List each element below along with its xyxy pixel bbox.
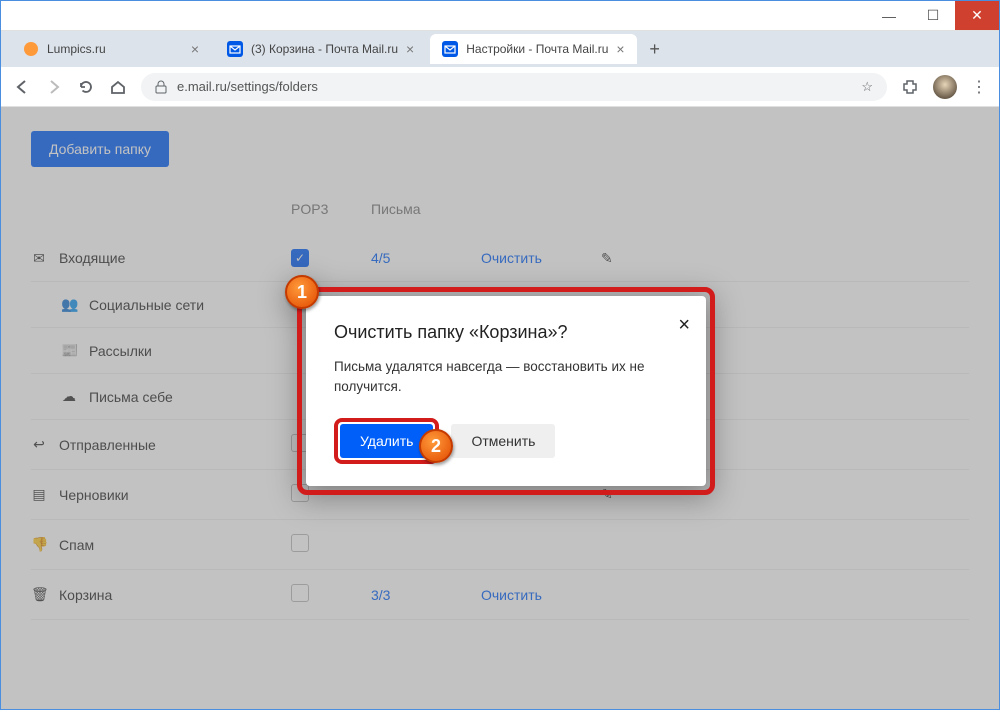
letters-count: 3/3 [371,587,481,603]
header-letters: Письма [371,201,481,217]
dialog-title: Очистить папку «Корзина»? [334,322,678,343]
mail-icon [227,41,243,57]
folder-name: Социальные сети [89,297,204,313]
newsletter-icon: 📰 [61,342,77,359]
draft-icon: ▤ [31,486,47,503]
tab-strip: Lumpics.ru × (3) Корзина - Почта Mail.ru… [1,31,999,67]
extensions-icon[interactable] [901,78,919,96]
url-text: e.mail.ru/settings/folders [177,79,318,94]
forward-button[interactable] [45,78,63,96]
maximize-button[interactable]: ☐ [911,1,955,30]
inbox-icon: ✉ [31,250,47,267]
browser-tab[interactable]: Lumpics.ru × [11,34,211,64]
dialog-close-icon[interactable]: × [678,314,690,337]
pop3-checkbox[interactable] [291,584,309,602]
letters-count: 4/5 [371,250,481,266]
window-titlebar: — ☐ ✕ [1,1,999,31]
clear-link[interactable]: Очистить [481,250,601,266]
profile-avatar[interactable] [933,75,957,99]
tab-title: Lumpics.ru [47,42,183,56]
folder-name: Письма себе [89,389,173,405]
annotation-badge: 1 [285,275,319,309]
home-button[interactable] [109,78,127,96]
browser-window: — ☐ ✕ Lumpics.ru × (3) Корзина - Почта M… [0,0,1000,710]
kebab-menu-icon[interactable]: ⋮ [971,77,987,97]
trash-icon: 🗑 [31,586,47,603]
folder-name: Отправленные [59,437,156,453]
folder-name: Входящие [59,250,125,266]
cancel-button[interactable]: Отменить [451,424,555,458]
folder-name: Корзина [59,587,112,603]
minimize-button[interactable]: — [867,1,911,30]
dialog-text: Письма удалятся навсегда — восстановить … [334,357,678,396]
annotation-badge: 2 [419,429,453,463]
reload-button[interactable] [77,78,95,96]
close-window-button[interactable]: ✕ [955,1,999,30]
folder-name: Рассылки [89,343,152,359]
pop3-checkbox[interactable]: ✓ [291,249,309,267]
table-row: ✉ Входящие ✓ 4/5 Очистить ✎ [31,235,969,282]
table-row: 🗑 Корзина 3/3 Очистить [31,570,969,620]
bookmark-icon[interactable]: ☆ [861,79,873,95]
tab-title: Настройки - Почта Mail.ru [466,42,608,56]
annotation-frame: × Очистить папку «Корзина»? Письма удаля… [297,287,715,495]
edit-icon[interactable]: ✎ [601,250,641,267]
url-input[interactable]: e.mail.ru/settings/folders ☆ [141,73,887,101]
close-tab-icon[interactable]: × [406,41,414,57]
tab-title: (3) Корзина - Почта Mail.ru [251,42,398,56]
confirm-dialog: × Очистить папку «Корзина»? Письма удаля… [297,287,715,495]
spam-icon: 👎 [31,536,47,553]
clear-link[interactable]: Очистить [481,587,601,603]
site-icon [23,41,39,57]
close-tab-icon[interactable]: × [616,41,624,57]
add-folder-button[interactable]: Добавить папку [31,131,169,167]
pop3-checkbox[interactable] [291,534,309,552]
new-tab-button[interactable]: + [641,39,669,60]
self-icon: ☁ [61,388,77,405]
header-pop3: POP3 [291,201,371,217]
lock-icon [155,80,167,94]
folder-name: Черновики [59,487,129,503]
sent-icon: ↩ [31,436,47,453]
close-tab-icon[interactable]: × [191,41,199,57]
address-bar: e.mail.ru/settings/folders ☆ ⋮ [1,67,999,107]
folder-name: Спам [59,537,94,553]
social-icon: 👥 [61,296,77,313]
browser-tab-active[interactable]: Настройки - Почта Mail.ru × [430,34,636,64]
browser-tab[interactable]: (3) Корзина - Почта Mail.ru × [215,34,426,64]
mail-icon [442,41,458,57]
dialog-body: × Очистить папку «Корзина»? Письма удаля… [306,296,706,486]
dialog-actions: Удалить Отменить [334,418,678,464]
page-content: Добавить папку POP3 Письма ✉ Входящие ✓ 4… [1,107,999,709]
table-row: 👎 Спам [31,520,969,570]
table-header: POP3 Письма [31,191,969,235]
back-button[interactable] [13,78,31,96]
